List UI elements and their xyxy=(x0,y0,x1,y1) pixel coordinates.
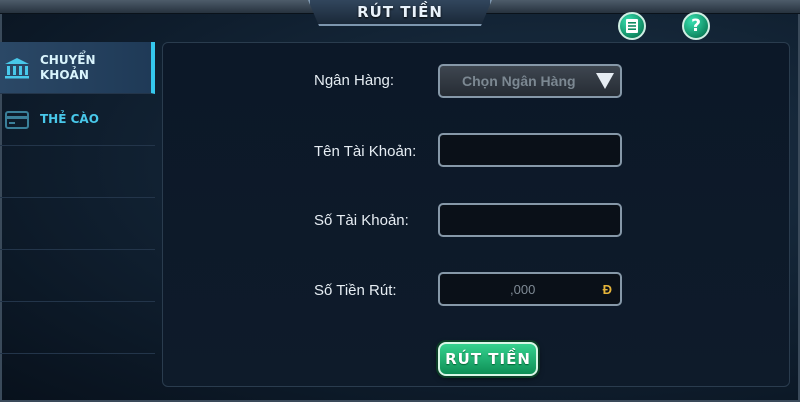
amount-placeholder: ,000 xyxy=(510,282,536,297)
help-icon: ? xyxy=(691,15,701,36)
sidebar: CHUYỂN KHOẢN THẺ CÀO xyxy=(0,42,155,387)
withdraw-submit-label: RÚT TIỀN xyxy=(445,350,531,368)
bank-select-value: Chọn Ngân Hàng xyxy=(462,73,576,89)
sidebar-item-scratch-card[interactable]: THẺ CÀO xyxy=(0,94,155,146)
amount-label: Số Tiền Rút: xyxy=(314,282,397,299)
account-number-input[interactable] xyxy=(438,203,622,237)
bank-icon xyxy=(5,57,29,78)
sidebar-empty-slot xyxy=(0,198,155,250)
sidebar-empty-slot xyxy=(0,146,155,198)
bank-select[interactable]: Chọn Ngân Hàng xyxy=(438,64,622,98)
bank-label: Ngân Hàng: xyxy=(314,72,395,89)
dropdown-arrow-icon xyxy=(596,73,614,89)
card-icon xyxy=(5,110,29,129)
account-name-input[interactable] xyxy=(438,133,622,167)
document-icon xyxy=(626,19,638,33)
amount-input[interactable]: ,000 Đ xyxy=(438,272,622,306)
currency-symbol: Đ xyxy=(602,282,612,297)
sidebar-item-label: THẺ CÀO xyxy=(40,112,99,126)
help-button[interactable]: ? xyxy=(682,12,710,40)
page-title: RÚT TIỀN xyxy=(357,3,443,21)
sidebar-item-label: CHUYỂN KHOẢN xyxy=(40,52,96,82)
document-button[interactable] xyxy=(618,12,646,40)
sidebar-empty-slot xyxy=(0,302,155,354)
account-name-label: Tên Tài Khoản: xyxy=(314,143,417,160)
sidebar-item-bank-transfer[interactable]: CHUYỂN KHOẢN xyxy=(0,42,155,94)
withdraw-submit-button[interactable]: RÚT TIỀN xyxy=(438,342,538,376)
sidebar-empty-slot xyxy=(0,250,155,302)
title-plate: RÚT TIỀN xyxy=(308,0,492,26)
account-number-label: Số Tài Khoản: xyxy=(314,212,409,229)
